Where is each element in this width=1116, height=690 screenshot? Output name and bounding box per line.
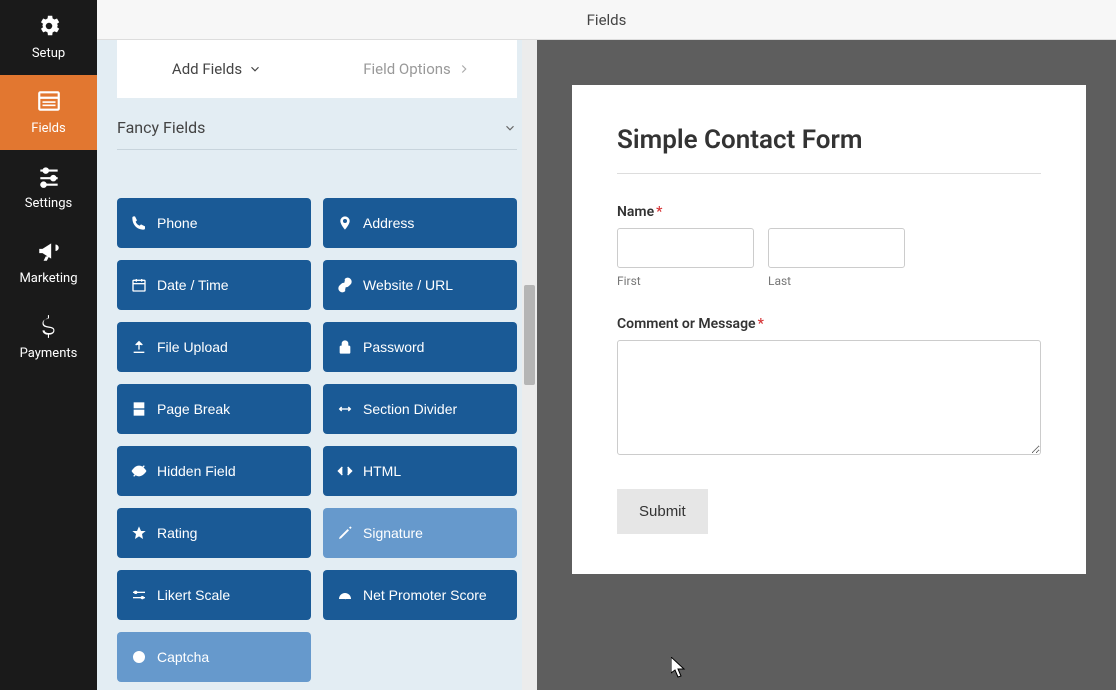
likert-icon — [131, 587, 147, 603]
nav-label: Settings — [25, 196, 72, 211]
field-url[interactable]: Website / URL — [323, 260, 517, 310]
field-label: Website / URL — [363, 277, 453, 293]
group-header[interactable]: Fancy Fields — [117, 118, 517, 150]
chevron-right-icon — [457, 62, 471, 76]
scroll-thumb[interactable] — [524, 285, 535, 385]
chevron-down-icon — [503, 121, 517, 135]
field-rating[interactable]: Rating — [117, 508, 311, 558]
nav-label: Setup — [32, 46, 65, 61]
tab-add-fields[interactable]: Add Fields — [117, 40, 317, 98]
label-text: Comment or Message — [617, 316, 756, 332]
field-label: Rating — [157, 525, 197, 541]
field-label: Section Divider — [363, 401, 457, 417]
required-mark: * — [656, 204, 662, 220]
topbar: Fields — [97, 0, 1116, 40]
pagebreak-icon — [131, 401, 147, 417]
nav-fields[interactable]: Fields — [0, 75, 97, 150]
field-datetime[interactable]: Date / Time — [117, 260, 311, 310]
phone-icon — [131, 215, 147, 231]
required-mark: * — [758, 316, 764, 332]
sliders-icon — [35, 162, 63, 190]
form-icon — [35, 87, 63, 115]
field-likert[interactable]: Likert Scale — [117, 570, 311, 620]
bullhorn-icon — [35, 237, 63, 265]
panel-tabs: Add Fields Field Options — [117, 40, 517, 98]
nav-label: Fields — [31, 121, 65, 136]
form-card: Simple Contact Form Name* First Last Com… — [572, 85, 1086, 574]
field-address[interactable]: Address — [323, 198, 517, 248]
star-icon — [131, 525, 147, 541]
field-label: Date / Time — [157, 277, 229, 293]
tab-label: Add Fields — [172, 60, 242, 78]
gauge-icon — [337, 587, 353, 603]
field-nps[interactable]: Net Promoter Score — [323, 570, 517, 620]
field-password[interactable]: Password — [323, 322, 517, 372]
form-title: Simple Contact Form — [617, 125, 1041, 155]
gear-icon — [35, 12, 63, 40]
last-sublabel: Last — [768, 274, 905, 288]
lock-icon — [337, 339, 353, 355]
captcha-icon — [131, 649, 147, 665]
field-label: Phone — [157, 215, 197, 231]
left-sidebar: Setup Fields Settings Marketing Payments — [0, 0, 97, 690]
form-preview: Simple Contact Form Name* First Last Com… — [537, 40, 1116, 690]
field-label: Page Break — [157, 401, 230, 417]
field-label: Captcha — [157, 649, 209, 665]
calendar-icon — [131, 277, 147, 293]
dollar-icon — [35, 312, 63, 340]
field-label: Net Promoter Score — [363, 587, 487, 603]
field-label: Password — [363, 339, 424, 355]
main-area: Fields Add Fields Field Options Fancy Fi… — [97, 0, 1116, 690]
comment-label: Comment or Message* — [617, 316, 1041, 332]
pencil-icon — [337, 525, 353, 541]
nav-label: Marketing — [19, 271, 77, 286]
first-sublabel: First — [617, 274, 754, 288]
field-captcha[interactable]: Captcha — [117, 632, 311, 682]
field-label: Address — [363, 215, 414, 231]
field-divider[interactable]: Section Divider — [323, 384, 517, 434]
code-icon — [337, 463, 353, 479]
field-label: Hidden Field — [157, 463, 236, 479]
field-label: Signature — [363, 525, 423, 541]
upload-icon — [131, 339, 147, 355]
field-phone[interactable]: Phone — [117, 198, 311, 248]
divider — [617, 173, 1041, 174]
workspace: Add Fields Field Options Fancy Fields Ph… — [97, 40, 1116, 690]
nav-settings[interactable]: Settings — [0, 150, 97, 225]
field-group: Fancy Fields — [97, 98, 537, 198]
scrollbar[interactable] — [522, 40, 537, 690]
label-text: Name — [617, 204, 654, 220]
last-name-input[interactable] — [768, 228, 905, 268]
name-label: Name* — [617, 204, 1041, 220]
field-label: File Upload — [157, 339, 228, 355]
page-title: Fields — [587, 11, 627, 29]
group-title: Fancy Fields — [117, 118, 205, 137]
field-hidden[interactable]: Hidden Field — [117, 446, 311, 496]
nav-marketing[interactable]: Marketing — [0, 225, 97, 300]
field-pagebreak[interactable]: Page Break — [117, 384, 311, 434]
field-label: HTML — [363, 463, 401, 479]
nav-payments[interactable]: Payments — [0, 300, 97, 375]
chevron-down-icon — [248, 62, 262, 76]
name-row: First Last — [617, 228, 1041, 288]
eye-off-icon — [131, 463, 147, 479]
tab-field-options[interactable]: Field Options — [317, 40, 517, 98]
nav-label: Payments — [20, 346, 78, 361]
field-panel: Add Fields Field Options Fancy Fields Ph… — [97, 40, 537, 690]
submit-button[interactable]: Submit — [617, 489, 708, 534]
tab-label: Field Options — [363, 60, 451, 78]
nav-setup[interactable]: Setup — [0, 0, 97, 75]
comment-textarea[interactable] — [617, 340, 1041, 455]
field-upload[interactable]: File Upload — [117, 322, 311, 372]
first-name-input[interactable] — [617, 228, 754, 268]
field-label: Likert Scale — [157, 587, 230, 603]
link-icon — [337, 277, 353, 293]
fields-grid: Phone Address Date / Time Website / URL … — [97, 198, 537, 682]
field-signature[interactable]: Signature — [323, 508, 517, 558]
field-html[interactable]: HTML — [323, 446, 517, 496]
divider-icon — [337, 401, 353, 417]
pin-icon — [337, 215, 353, 231]
